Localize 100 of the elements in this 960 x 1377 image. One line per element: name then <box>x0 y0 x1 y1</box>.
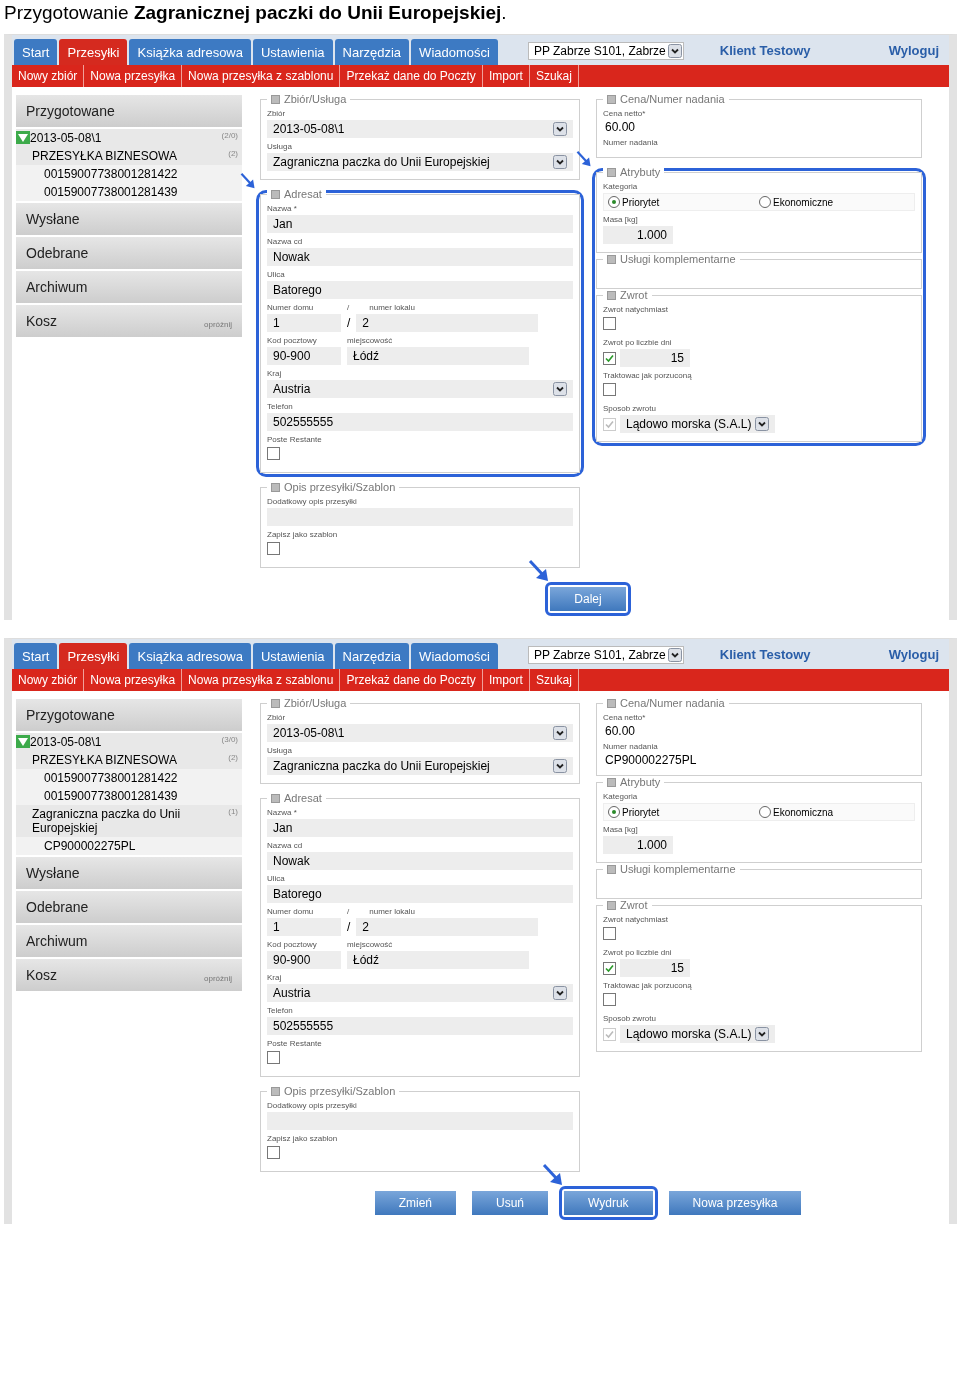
checkbox[interactable] <box>603 351 616 365</box>
sidebar-section[interactable]: Wysłane <box>16 857 242 889</box>
checkbox[interactable] <box>603 383 616 396</box>
sidebar-section[interactable]: Archiwum <box>16 271 242 303</box>
subnav-link[interactable]: Nowa przesyłka z szablonu <box>182 669 341 691</box>
subnav-link[interactable]: Szukaj <box>529 65 579 87</box>
nav-tab[interactable]: Start <box>14 39 58 65</box>
select-field[interactable]: 2013-05-08\1 <box>267 724 573 742</box>
tree-item[interactable]: PRZESYŁKA BIZNESOWA <box>32 149 229 163</box>
select-field[interactable]: Zagraniczna paczka do Unii Europejskiej <box>267 757 573 775</box>
logout-link[interactable]: Wyloguj <box>888 647 939 662</box>
checkbox[interactable] <box>267 447 280 460</box>
input-field[interactable]: Jan <box>267 819 573 837</box>
nav-tab[interactable]: Książka adresowa <box>129 643 251 669</box>
logout-link[interactable]: Wyloguj <box>888 43 939 58</box>
select-field[interactable]: Zagraniczna paczka do Unii Europejskiej <box>267 153 573 171</box>
nav-tab[interactable]: Przesyłki <box>59 39 128 65</box>
subnav-link[interactable]: Przekaż dane do Poczty <box>340 65 483 87</box>
collapse-icon[interactable] <box>607 900 616 910</box>
subnav-link[interactable]: Przekaż dane do Poczty <box>340 669 483 691</box>
sidebar-section[interactable]: Archiwum <box>16 925 242 957</box>
location-select[interactable]: PP Zabrze S101, Zabrze <box>527 42 684 60</box>
checkbox[interactable] <box>267 1051 280 1064</box>
nav-tab[interactable]: Ustawienia <box>253 39 333 65</box>
subnav-link[interactable]: Import <box>482 65 530 87</box>
radio-button[interactable] <box>608 196 620 208</box>
collapse-icon[interactable] <box>271 698 280 708</box>
subnav-link[interactable]: Nowa przesyłka <box>84 669 183 691</box>
nav-tab[interactable]: Narzędzia <box>334 39 410 65</box>
nav-tab[interactable]: Książka adresowa <box>129 39 251 65</box>
sidebar-section[interactable]: Kosz opróżnij <box>16 959 242 991</box>
sidebar-section[interactable]: Wysłane <box>16 203 242 235</box>
location-select[interactable]: PP Zabrze S101, Zabrze <box>527 646 684 664</box>
input-field[interactable]: 1 <box>267 918 341 936</box>
input-field[interactable]: Jan <box>267 215 573 233</box>
collapse-icon[interactable] <box>607 290 616 300</box>
collapse-icon[interactable] <box>271 482 280 492</box>
sidebar-section[interactable]: Przygotowane <box>16 95 242 127</box>
collapse-icon[interactable] <box>271 793 280 803</box>
input-field[interactable]: 1.000 <box>603 836 673 854</box>
input-field[interactable]: 90-900 <box>267 951 341 969</box>
input-field[interactable]: 15 <box>620 349 690 367</box>
checkbox[interactable] <box>603 317 616 330</box>
input-field[interactable]: 90-900 <box>267 347 341 365</box>
checkbox[interactable] <box>267 1146 280 1159</box>
nav-tab[interactable]: Wiadomości <box>411 643 498 669</box>
nav-tab[interactable]: Narzędzia <box>334 643 410 669</box>
collapse-icon[interactable] <box>271 1086 280 1096</box>
sidebar-section[interactable]: Odebrane <box>16 237 242 269</box>
nav-tab[interactable]: Start <box>14 643 58 669</box>
tree-item[interactable]: 2013-05-08\1 <box>30 735 222 749</box>
sidebar-section[interactable]: Odebrane <box>16 891 242 923</box>
collapse-icon[interactable] <box>271 189 280 199</box>
checkbox[interactable] <box>603 993 616 1006</box>
checkbox[interactable] <box>603 927 616 940</box>
input-field[interactable]: 502555555 <box>267 413 573 431</box>
collapse-icon[interactable] <box>607 167 616 177</box>
input-field[interactable]: Nowak <box>267 248 573 266</box>
expand-triangle-icon[interactable] <box>16 735 30 748</box>
nav-tab[interactable]: Ustawienia <box>253 643 333 669</box>
sidebar-section[interactable]: Przygotowane <box>16 699 242 731</box>
input-field[interactable]: 2 <box>356 918 539 936</box>
nav-tab[interactable]: Przesyłki <box>59 643 128 669</box>
subnav-link[interactable]: Nowa przesyłka <box>84 65 183 87</box>
input-field[interactable]: 15 <box>620 959 690 977</box>
input-field[interactable]: 1.000 <box>603 226 673 244</box>
user-link[interactable]: Klient Testowy <box>719 43 811 58</box>
collapse-icon[interactable] <box>271 94 280 104</box>
tree-item[interactable]: PRZESYŁKA BIZNESOWA <box>32 753 229 767</box>
subnav-link[interactable]: Import <box>482 669 530 691</box>
select-field[interactable]: Austria <box>267 984 573 1002</box>
select-field[interactable]: 2013-05-08\1 <box>267 120 573 138</box>
subnav-link[interactable]: Szukaj <box>529 669 579 691</box>
input-field[interactable]: Batorego <box>267 885 573 903</box>
input-field[interactable]: 2 <box>356 314 539 332</box>
subnav-link[interactable]: Nowa przesyłka z szablonu <box>182 65 341 87</box>
input-field[interactable]: 502555555 <box>267 1017 573 1035</box>
collapse-icon[interactable] <box>607 254 616 264</box>
collapse-icon[interactable] <box>607 698 616 708</box>
collapse-icon[interactable] <box>607 777 616 787</box>
input-field[interactable]: Nowak <box>267 852 573 870</box>
nav-tab[interactable]: Wiadomości <box>411 39 498 65</box>
input-field[interactable]: Łódź <box>347 347 529 365</box>
expand-triangle-icon[interactable] <box>16 131 30 144</box>
input-field[interactable]: 1 <box>267 314 341 332</box>
subnav-link[interactable]: Nowy zbiór <box>12 65 85 87</box>
collapse-icon[interactable] <box>607 94 616 104</box>
sidebar-section[interactable]: Kosz opróżnij <box>16 305 242 337</box>
input-field[interactable]: Batorego <box>267 281 573 299</box>
checkbox[interactable] <box>267 542 280 555</box>
select-field[interactable]: Austria <box>267 380 573 398</box>
user-link[interactable]: Klient Testowy <box>719 647 811 662</box>
tree-item[interactable]: 2013-05-08\1 <box>30 131 222 145</box>
radio-button[interactable] <box>759 196 771 208</box>
radio-button[interactable] <box>759 806 771 818</box>
collapse-icon[interactable] <box>607 864 616 874</box>
radio-button[interactable] <box>608 806 620 818</box>
tree-item[interactable]: Zagraniczna paczka do Unii Europejskiej <box>32 807 229 835</box>
subnav-link[interactable]: Nowy zbiór <box>12 669 85 691</box>
input-field[interactable]: Łódź <box>347 951 529 969</box>
